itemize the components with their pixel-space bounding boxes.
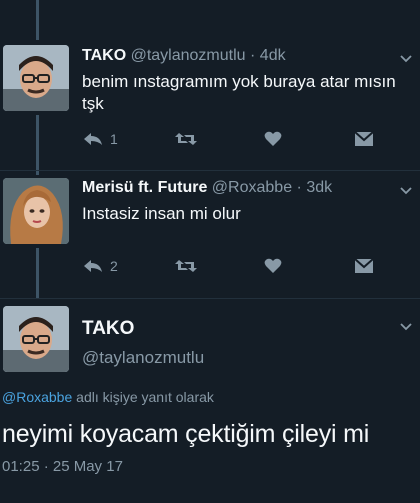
dm-button[interactable] <box>354 258 374 274</box>
reply-icon <box>84 260 102 272</box>
tweet-text: benim ınstagramım yok buraya atar mısın <box>82 72 396 91</box>
dm-button[interactable] <box>354 131 374 147</box>
mention-link[interactable]: @Roxabbe <box>2 389 72 405</box>
tweet-header: TAKO @taylanozmutlu · 4dk <box>82 47 286 65</box>
author-name[interactable]: Merisü ft. Future <box>82 179 207 196</box>
chevron-down-icon[interactable] <box>400 320 412 332</box>
divider <box>0 170 420 171</box>
tweet-text: neyimi koyacam çektiğim çileyi mi <box>2 420 370 448</box>
retweet-button[interactable] <box>174 258 198 274</box>
like-button[interactable] <box>264 258 282 274</box>
author-name[interactable]: TAKO <box>82 47 126 64</box>
reply-button[interactable]: 1 <box>82 131 118 147</box>
reply-context-text: adlı kişiye yanıt olarak <box>72 389 214 405</box>
tweet-timestamp[interactable]: 01:25 · 25 May 17 <box>2 458 123 475</box>
tweet-text: Instasiz insan mi olur <box>82 204 241 223</box>
thread-line <box>36 0 39 40</box>
tweet-actions: 2 <box>82 258 400 282</box>
author-name[interactable]: TAKO <box>82 318 134 340</box>
tweet-text: tşk <box>82 94 104 113</box>
author-handle[interactable]: @taylanozmutlu <box>82 348 204 368</box>
tweet-actions: 1 <box>82 131 400 155</box>
divider <box>0 298 420 299</box>
tweet-header: Merisü ft. Future @Roxabbe · 3dk <box>82 179 332 197</box>
reply-context: @Roxabbe adlı kişiye yanıt olarak <box>2 389 214 405</box>
retweet-icon <box>175 133 197 145</box>
like-icon <box>264 258 282 273</box>
avatar[interactable] <box>3 45 69 111</box>
retweet-icon <box>175 260 197 272</box>
dm-icon <box>354 131 374 146</box>
thread-line <box>36 115 39 175</box>
avatar[interactable] <box>3 306 69 372</box>
author-handle[interactable]: @taylanozmutlu <box>131 47 246 64</box>
chevron-down-icon[interactable] <box>400 52 412 64</box>
retweet-button[interactable] <box>174 131 198 147</box>
like-button[interactable] <box>264 131 282 147</box>
reply-count: 2 <box>110 258 118 274</box>
avatar[interactable] <box>3 178 69 244</box>
like-icon <box>264 131 282 146</box>
author-handle[interactable]: @Roxabbe <box>212 179 292 196</box>
reply-icon <box>84 133 102 145</box>
tweet-time: · 4dk <box>250 47 286 64</box>
reply-count: 1 <box>110 131 118 147</box>
chevron-down-icon[interactable] <box>400 184 412 196</box>
thread-line <box>36 248 39 298</box>
dm-icon <box>354 258 374 273</box>
reply-button[interactable]: 2 <box>82 258 118 274</box>
tweet-time: · 3dk <box>296 179 333 196</box>
